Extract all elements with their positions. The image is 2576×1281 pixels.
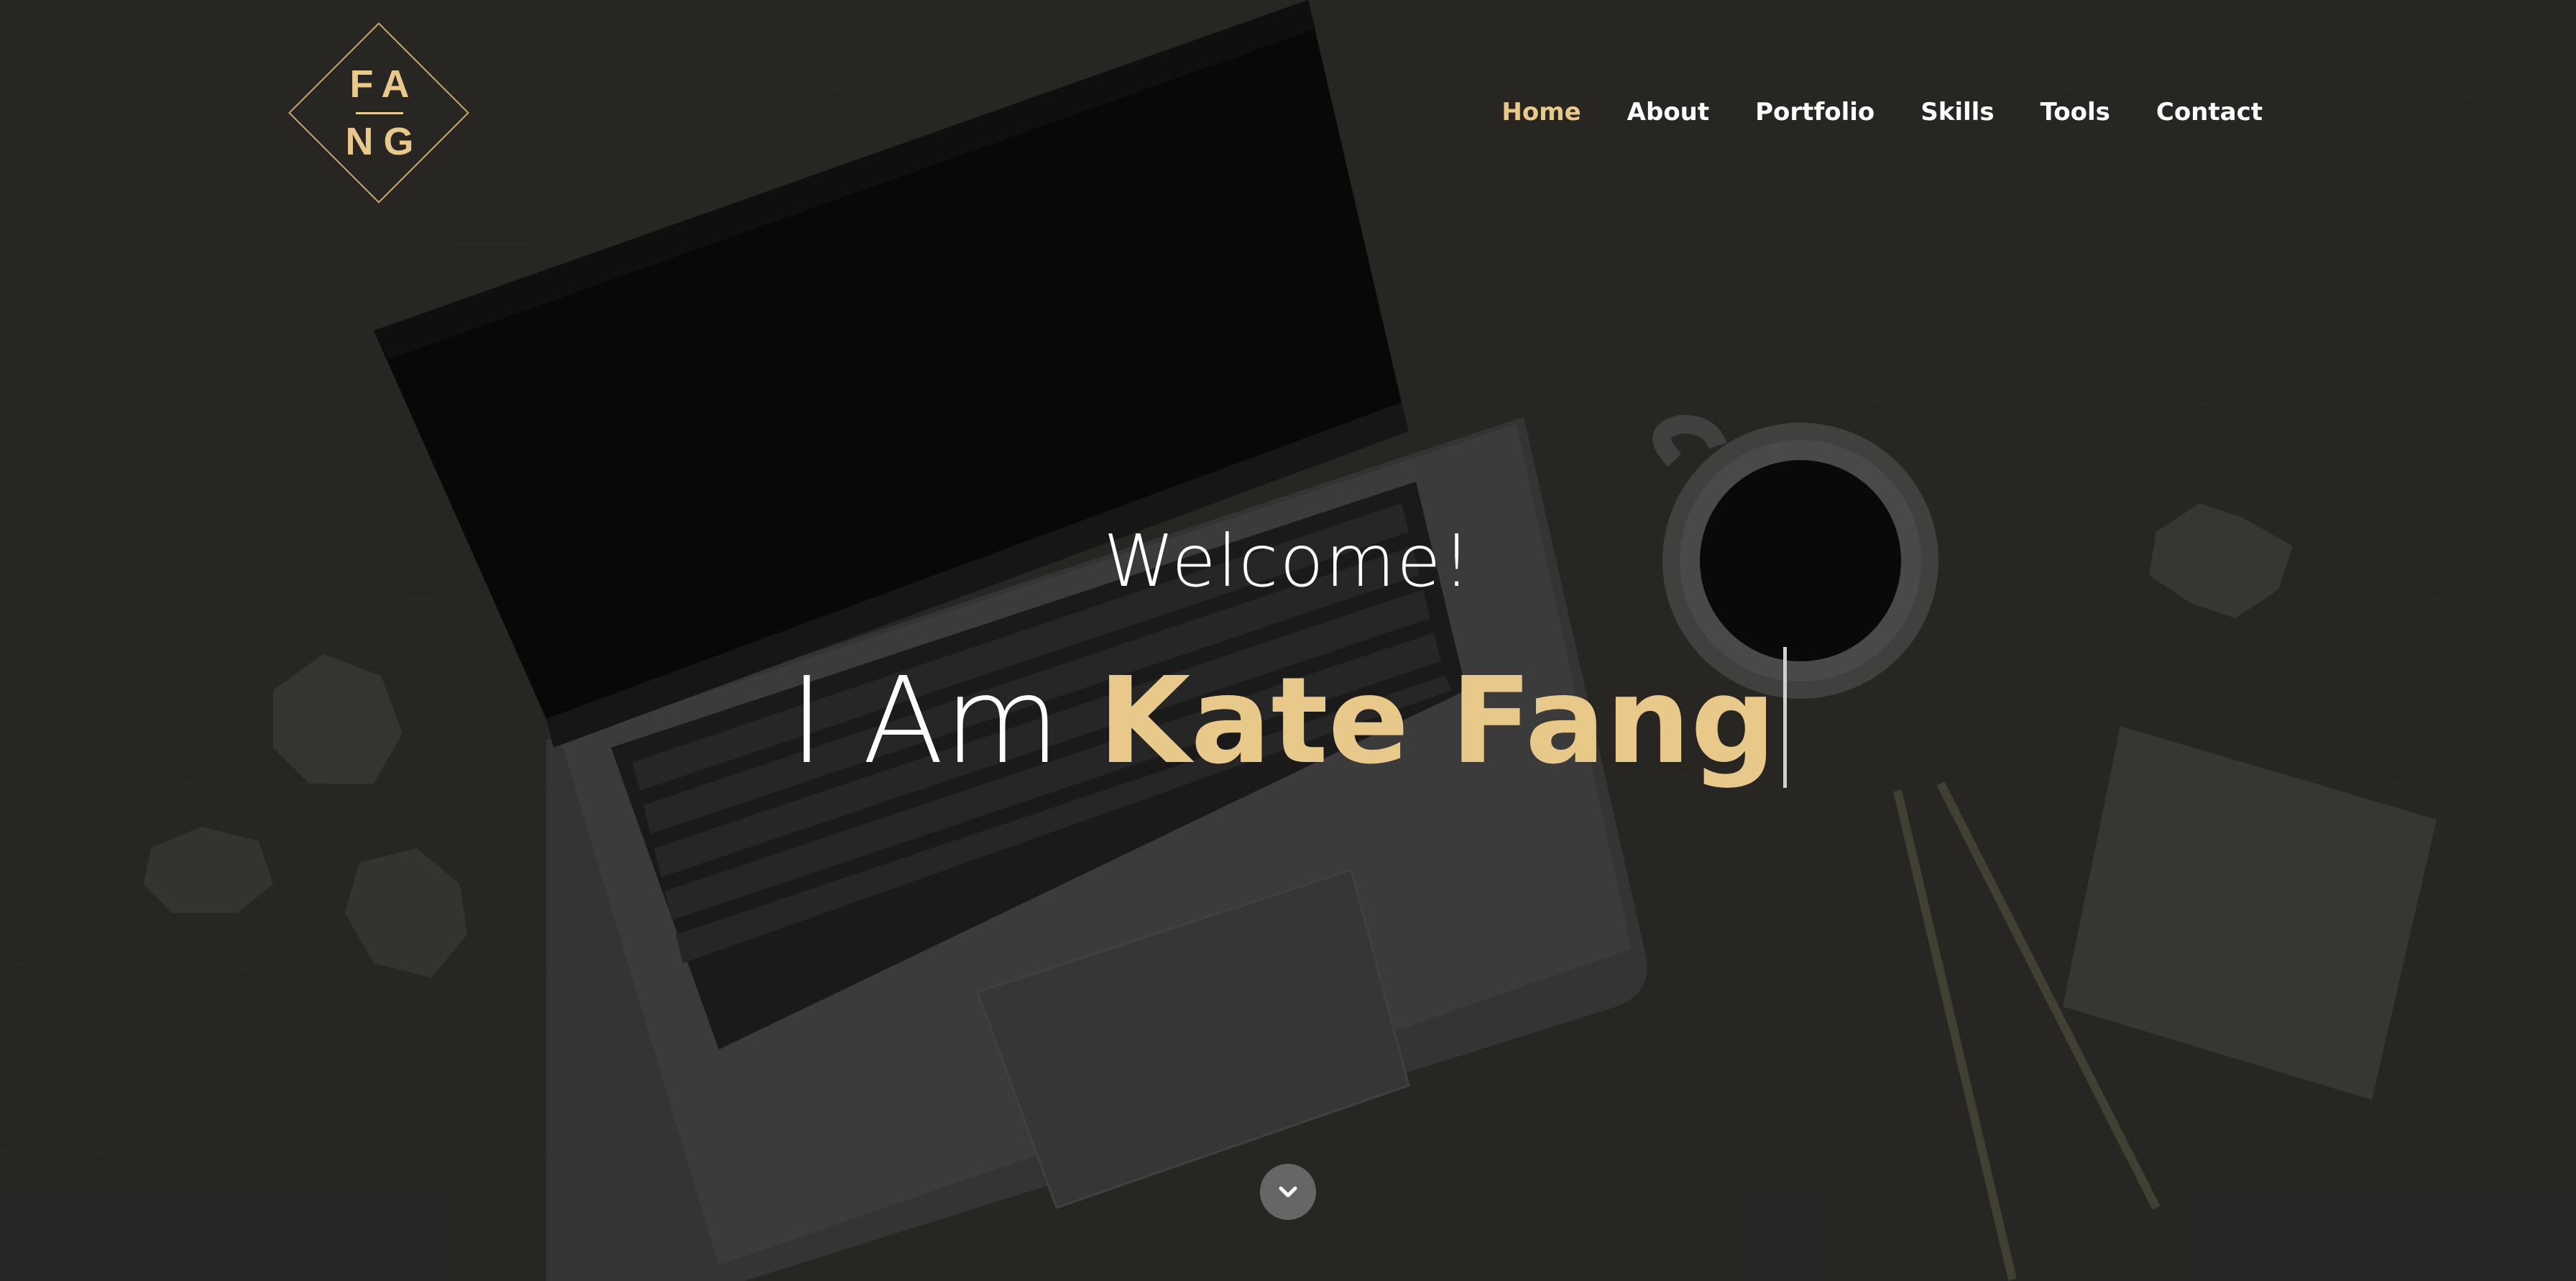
nav-item-portfolio[interactable]: Portfolio <box>1755 98 1874 127</box>
logo-divider <box>356 112 403 114</box>
nav-item-skills[interactable]: Skills <box>1920 98 1994 127</box>
logo-text-top: FA <box>349 63 420 106</box>
chevron-down-icon <box>1279 1186 1297 1198</box>
nav-item-home[interactable]: Home <box>1501 98 1581 127</box>
headline-prefix: I Am <box>789 652 1098 791</box>
welcome-heading: Welcome! <box>1103 519 1473 603</box>
typing-cursor <box>1782 647 1787 788</box>
nav-item-contact[interactable]: Contact <box>2156 98 2263 127</box>
hero-section: FA NG Home About Portfolio Skills Tools … <box>0 0 2576 1281</box>
nav-item-about[interactable]: About <box>1627 98 1709 127</box>
hero-headline: I Am Kate Fang <box>0 647 2576 794</box>
nav-item-tools[interactable]: Tools <box>2041 98 2110 127</box>
scroll-down-button[interactable] <box>1260 1164 1316 1220</box>
main-nav: Home About Portfolio Skills Tools Contac… <box>1455 91 2263 134</box>
logo-text-bottom: NG <box>345 120 424 163</box>
headline-name: Kate Fang <box>1098 652 1776 791</box>
site-logo[interactable]: FA NG <box>288 22 472 206</box>
